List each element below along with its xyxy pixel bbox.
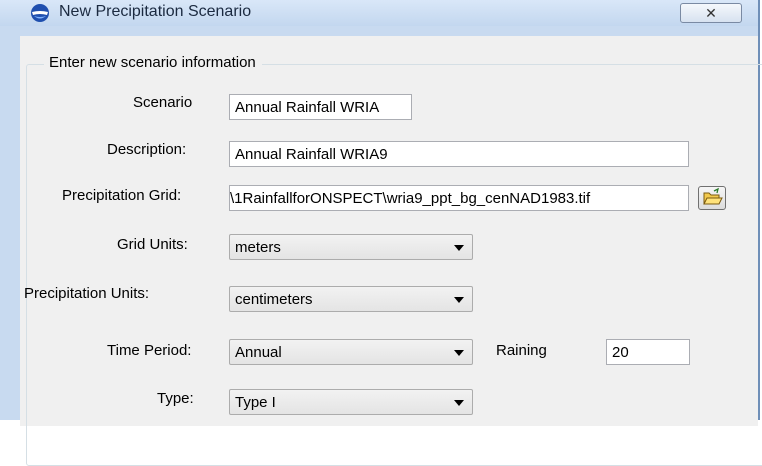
scenario-input[interactable]: Annual Rainfall WRIA (229, 94, 412, 120)
precip-units-value: centimeters (235, 291, 313, 308)
chevron-down-icon (454, 400, 464, 406)
precip-grid-path: \1RainfallforONSPECT\wria9_ppt_bg_cenNAD… (230, 190, 591, 207)
dialog-window: New Precipitation Scenario ✕ Enter new s… (0, 0, 762, 466)
window-title: New Precipitation Scenario (59, 3, 252, 20)
time-period-select[interactable]: Annual (229, 339, 473, 365)
time-period-label: Time Period: (107, 342, 192, 359)
grid-units-select[interactable]: meters (229, 234, 473, 260)
title-bar[interactable]: New Precipitation Scenario ✕ (0, 0, 758, 26)
browse-button[interactable] (698, 186, 726, 210)
description-input[interactable]: Annual Rainfall WRIA9 (229, 141, 689, 167)
chevron-down-icon (454, 245, 464, 251)
time-period-value: Annual (235, 344, 282, 361)
chevron-down-icon (454, 350, 464, 356)
close-button[interactable]: ✕ (680, 3, 742, 23)
raining-label: Raining (496, 342, 547, 359)
open-folder-icon (703, 187, 723, 205)
type-select[interactable]: Type I (229, 389, 473, 415)
chevron-down-icon (454, 297, 464, 303)
precip-units-select[interactable]: centimeters (229, 286, 473, 312)
description-label: Description: (107, 141, 187, 158)
group-legend: Enter new scenario information (44, 54, 262, 71)
precip-units-label: Precipitation Units: (24, 285, 150, 302)
type-label: Type: (157, 390, 194, 407)
close-icon: ✕ (705, 5, 717, 21)
raining-input[interactable]: 20 (606, 339, 690, 365)
precip-grid-label: Precipitation Grid: (62, 187, 182, 204)
noaa-logo-icon (31, 4, 49, 22)
type-value: Type I (235, 394, 276, 411)
precip-grid-input[interactable]: \1RainfallforONSPECT\wria9_ppt_bg_cenNAD… (229, 185, 689, 211)
scenario-label: Scenario (133, 94, 193, 111)
grid-units-value: meters (235, 239, 281, 256)
grid-units-label: Grid Units: (117, 236, 188, 253)
